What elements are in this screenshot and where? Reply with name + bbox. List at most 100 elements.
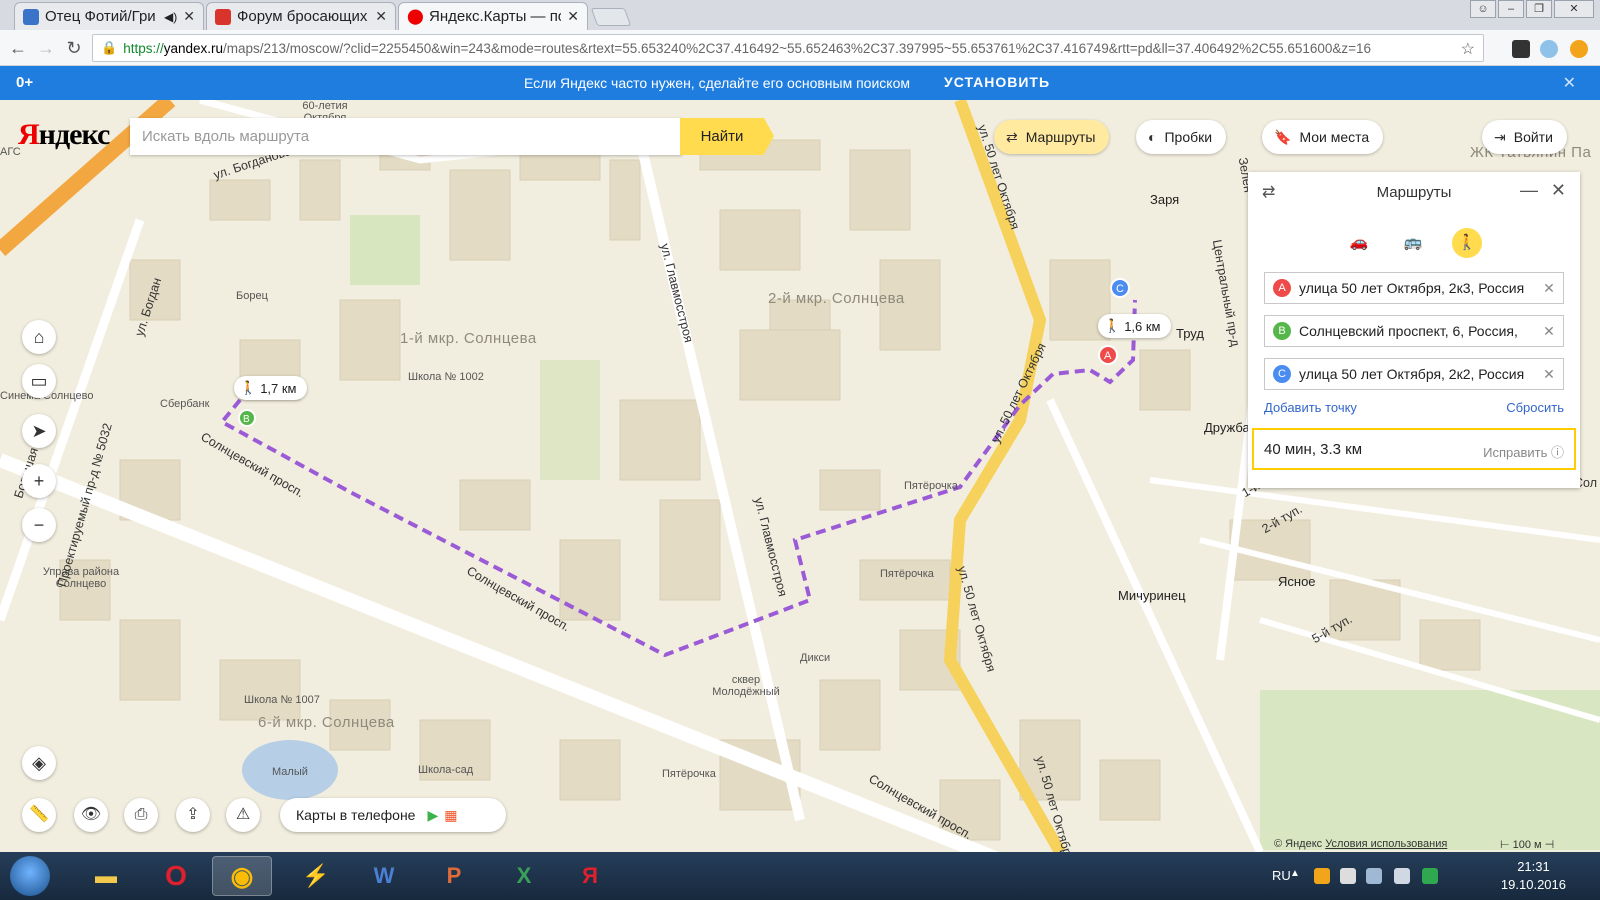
segment-distance: 1,7 км [260, 380, 297, 396]
tray-arrow-icon[interactable]: ▲ [1290, 868, 1306, 884]
find-button[interactable]: Найти [680, 118, 774, 155]
user-icon[interactable]: ☺ [1470, 0, 1496, 18]
walk-mode-icon[interactable]: 🚶 [1452, 228, 1482, 258]
excel-icon[interactable]: X [494, 856, 554, 896]
routes-icon: ⇄ [1006, 128, 1018, 145]
segment-distance-badge[interactable]: 🚶 1,7 км [234, 376, 307, 400]
explorer-icon[interactable]: ▬ [76, 856, 136, 896]
bookmark-star-icon[interactable]: ☆ [1461, 39, 1475, 59]
poi-label: Малый [272, 766, 308, 778]
torrent-icon[interactable]: ⚡ [286, 856, 346, 896]
print-icon[interactable]: ⎙ [124, 798, 158, 832]
remove-waypoint-icon[interactable]: ✕ [1535, 323, 1563, 340]
remove-waypoint-icon[interactable]: ✕ [1535, 280, 1563, 297]
poi-label: Школа № 1002 [408, 371, 484, 383]
language-indicator[interactable]: RU [1272, 868, 1291, 883]
poi-label: Пятёрочка [880, 568, 934, 580]
window-close-icon[interactable]: ✕ [1554, 0, 1594, 18]
route-search-input[interactable]: Искать вдоль маршрута [130, 118, 682, 155]
zoom-out-button[interactable]: − [22, 508, 56, 542]
word-icon[interactable]: W [354, 856, 414, 896]
bus-mode-icon[interactable]: 🚌 [1398, 228, 1428, 258]
fix-label: Исправить [1483, 445, 1548, 460]
promo-close-icon[interactable]: ✕ [1563, 73, 1576, 93]
waypoint-c-badge: C [1273, 365, 1291, 383]
routes-button[interactable]: ⇄ Маршруты [994, 120, 1110, 154]
place-label: Мичуринец [1118, 588, 1186, 603]
google-play-icon: ▶ [427, 806, 439, 823]
reset-link[interactable]: Сбросить [1506, 400, 1564, 415]
powerpoint-icon[interactable]: P [424, 856, 484, 896]
my-places-button[interactable]: 🔖 Мои места [1262, 120, 1384, 154]
warning-icon[interactable]: ⚠ [226, 798, 260, 832]
map-pin-favicon-icon: ⬤ [407, 7, 424, 25]
close-panel-icon[interactable]: ✕ [1551, 180, 1566, 201]
tab-yandex-maps[interactable]: ⬤ Яндекс.Карты — по ✕ [398, 2, 588, 30]
poi-label: Пятёрочка [904, 480, 958, 492]
maps-in-phone-button[interactable]: Карты в телефоне ▶ ▦ [280, 798, 506, 832]
car-mode-icon[interactable]: 🚗 [1344, 228, 1374, 258]
back-icon[interactable]: ← [6, 36, 30, 60]
google-drive-icon[interactable] [1422, 868, 1438, 884]
tab-close-icon[interactable]: ✕ [567, 8, 579, 25]
segment-distance-badge[interactable]: 🚶 1,6 км [1098, 314, 1171, 338]
forward-icon[interactable]: → [34, 36, 58, 60]
share-icon[interactable]: ⇪ [176, 798, 210, 832]
poi-label: Дикси [800, 652, 831, 664]
terms-link[interactable]: Условия использования [1325, 838, 1447, 850]
park-area [1260, 690, 1600, 850]
waypoint-c-field[interactable]: C улица 50 лет Октября, 2к2, Россия ✕ [1264, 358, 1564, 390]
remove-waypoint-icon[interactable]: ✕ [1535, 366, 1563, 383]
minimize-panel-icon[interactable]: — [1520, 180, 1538, 201]
install-button[interactable]: УСТАНОВИТЬ [944, 74, 1050, 90]
clock-time: 21:31 [1517, 859, 1550, 874]
address-bar[interactable]: 🔒 https:// yandex.ru /maps/213/moscow/?c… [92, 34, 1484, 62]
reload-icon[interactable]: ↻ [62, 36, 86, 60]
fix-route-link[interactable]: Исправить ⓘ [1483, 442, 1564, 461]
tab-close-icon[interactable]: ✕ [375, 8, 387, 25]
clock[interactable]: 21:31 19.10.2016 [1501, 858, 1566, 894]
menu-extension-icon[interactable] [1570, 40, 1588, 58]
ruler-icon[interactable]: 📏 [22, 798, 56, 832]
tab-close-icon[interactable]: ✕ [183, 8, 195, 25]
maximize-icon[interactable]: ❐ [1526, 0, 1552, 18]
scale-label: 100 м [1512, 839, 1542, 851]
yandex-logo[interactable]: Яндекс [18, 118, 110, 152]
cloud-extension-icon[interactable] [1540, 40, 1558, 58]
place-label: Труд [1176, 326, 1204, 341]
tab-otets-fotiy[interactable]: Отец Фотий/Гри ◀) ✕ [14, 2, 204, 30]
routes-panel-header: ⇄ Маршруты — ✕ [1248, 172, 1580, 212]
briefcase-icon[interactable]: ▭ [22, 364, 56, 398]
age-rating: 0+ [16, 74, 34, 91]
waypoint-a-field[interactable]: A улица 50 лет Октября, 2к3, Россия ✕ [1264, 272, 1564, 304]
route-result[interactable]: 40 мин, 3.3 км Исправить ⓘ [1252, 428, 1576, 470]
waypoint-b-letter: B [243, 414, 250, 425]
start-button[interactable] [10, 856, 50, 896]
yandex-browser-icon[interactable]: Я [560, 856, 620, 896]
scale-bar: ⊢ 100 м ⊣ [1500, 839, 1555, 851]
segment-distance: 1,6 км [1124, 318, 1161, 334]
network-icon[interactable] [1366, 868, 1382, 884]
flag-icon[interactable] [1340, 868, 1356, 884]
zoom-in-button[interactable]: + [22, 464, 56, 498]
tray-app-icon[interactable] [1314, 868, 1330, 884]
waypoint-b-field[interactable]: B Солнцевский проспект, 6, Россия, ✕ [1264, 315, 1564, 347]
chrome-icon[interactable]: ◉ [212, 856, 272, 896]
video-favicon-icon [23, 8, 39, 25]
waypoint-a-badge: A [1273, 279, 1291, 297]
add-point-link[interactable]: Добавить точку [1264, 400, 1357, 415]
login-label: Войти [1513, 129, 1553, 145]
traffic-button[interactable]: ◐ Пробки [1136, 120, 1227, 154]
layers-icon[interactable]: ◈ [22, 746, 56, 780]
minimize-icon[interactable]: – [1498, 0, 1524, 18]
locate-me-icon[interactable]: ➤ [22, 414, 56, 448]
waypoint-b-address: Солнцевский проспект, 6, Россия, [1299, 323, 1518, 339]
extension-icon[interactable] [1512, 40, 1530, 58]
new-tab-button[interactable] [590, 8, 632, 26]
volume-icon[interactable] [1394, 868, 1410, 884]
opera-icon[interactable]: O [146, 856, 206, 896]
tab-forum[interactable]: Форум бросающих ✕ [206, 2, 396, 30]
home-icon[interactable]: ⌂ [22, 320, 56, 354]
panorama-icon[interactable]: 👁 [74, 798, 108, 832]
login-button[interactable]: ⇥ Войти [1482, 120, 1567, 154]
